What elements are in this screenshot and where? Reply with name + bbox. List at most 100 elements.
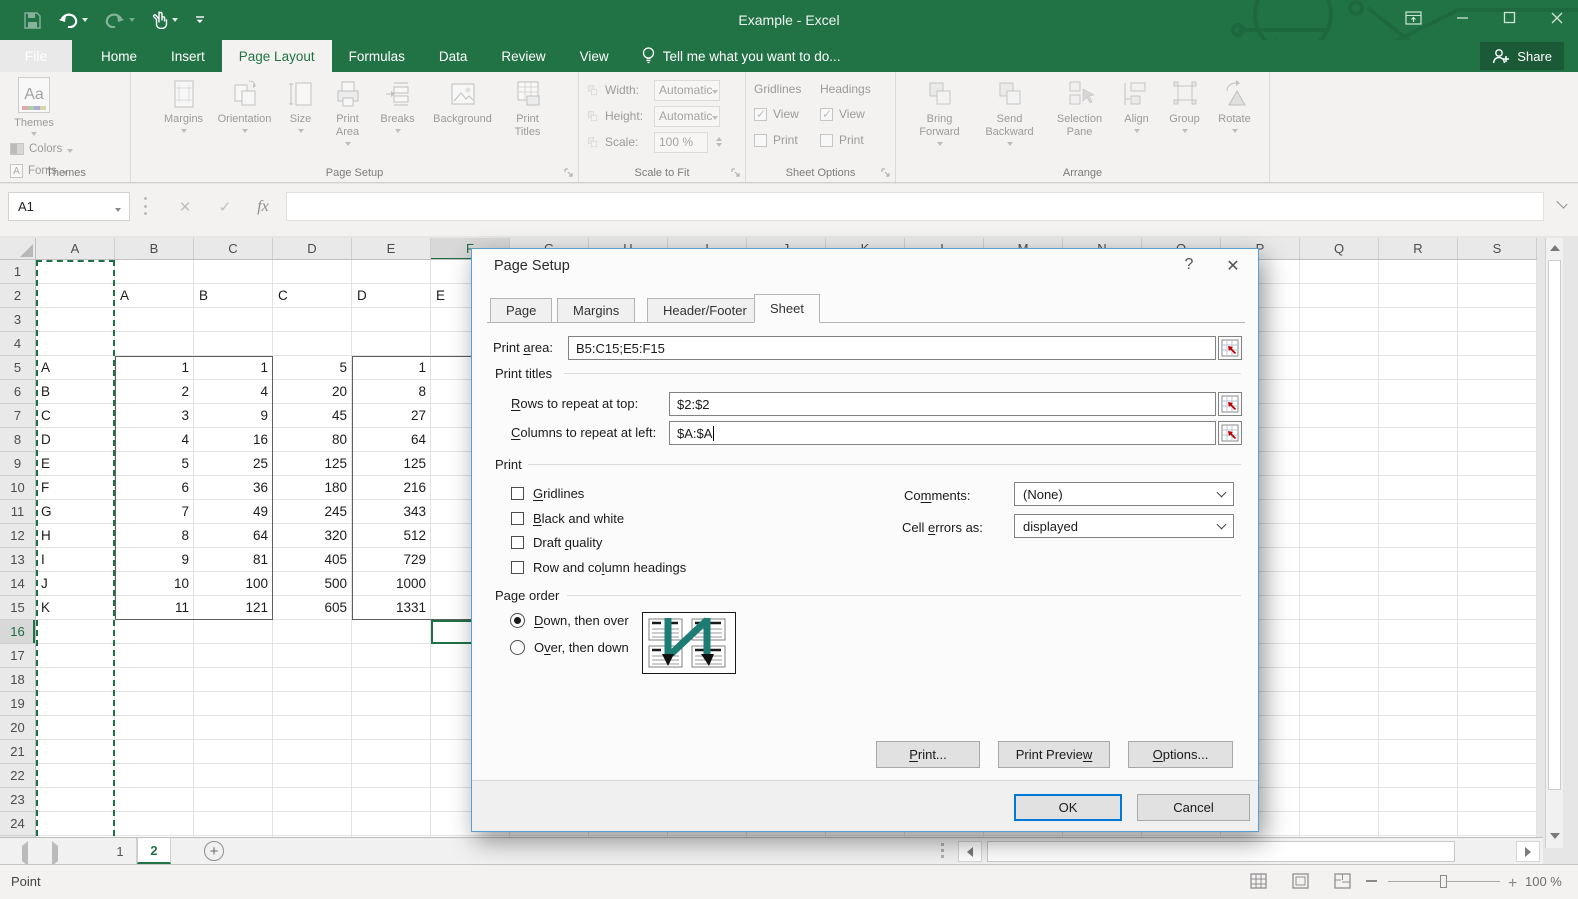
row-header-7[interactable]: 7 [0,404,35,428]
tell-me-box[interactable]: Tell me what you want to do... [642,40,841,72]
row-header-16[interactable]: 16 [0,620,35,644]
scroll-right-button[interactable] [1516,841,1540,862]
dialog-tab-header-footer[interactable]: Header/Footer [647,298,763,323]
horizontal-scroll-thumb[interactable] [987,841,1455,862]
enter-entry-button[interactable]: ✓ [208,192,242,221]
orientation-button[interactable]: Orientation [213,77,277,161]
row-header-3[interactable]: 3 [0,308,35,332]
scale-field[interactable]: 100 % [654,132,708,153]
columns-repeat-range-selector-button[interactable] [1218,421,1242,445]
ok-button[interactable]: OK [1014,794,1122,821]
zoom-out-button[interactable] [1366,880,1377,882]
row-header-12[interactable]: 12 [0,524,35,548]
row-header-22[interactable]: 22 [0,764,35,788]
redo-dropdown-icon[interactable] [129,18,135,22]
height-field[interactable]: Automatic [654,106,720,127]
select-all-corner[interactable] [0,238,36,260]
zoom-level[interactable]: 100 % [1525,874,1562,889]
minimize-button[interactable] [1456,11,1469,29]
background-button[interactable]: Background [425,77,501,161]
next-sheet-button[interactable] [52,846,58,861]
comments-dropdown[interactable]: (None) [1014,482,1234,506]
colors-button[interactable]: Colors [10,138,74,160]
page-break-preview-button[interactable] [1334,873,1351,892]
rotate-button[interactable]: Rotate [1213,77,1257,161]
dialog-close-button[interactable]: ✕ [1222,256,1244,276]
scroll-left-button[interactable] [958,841,982,862]
name-box[interactable]: A1 [8,192,130,221]
print-titles-button[interactable]: Print Titles [505,77,551,161]
tab-scroll-splitter[interactable] [941,843,944,858]
vertical-scrollbar[interactable] [1545,238,1563,848]
dialog-tab-margins[interactable]: Margins [557,298,635,323]
row-header-14[interactable]: 14 [0,572,35,596]
scroll-down-button[interactable] [1546,826,1563,846]
sheet-options-dialog-launcher[interactable] [881,168,891,178]
gridlines-checkbox[interactable]: Gridlines [511,485,584,501]
breaks-button[interactable]: Breaks [375,77,421,161]
save-button[interactable] [24,12,41,29]
insert-function-button[interactable]: fx [246,192,280,221]
column-header-C[interactable]: C [194,238,273,260]
rows-repeat-input[interactable]: $2:$2 [669,392,1216,416]
size-button[interactable]: Size [281,77,321,161]
row-header-5[interactable]: 5 [0,356,35,380]
zoom-slider-thumb[interactable] [1440,875,1447,888]
tab-file[interactable]: File [0,40,72,72]
undo-dropdown-icon[interactable] [82,18,88,22]
column-header-R[interactable]: R [1379,238,1458,260]
scale-to-fit-dialog-launcher[interactable] [731,168,741,178]
cell-errors-dropdown[interactable]: displayed [1014,514,1234,538]
column-header-S[interactable]: S [1458,238,1537,260]
row-header-2[interactable]: 2 [0,284,35,308]
row-header-19[interactable]: 19 [0,692,35,716]
column-header-E[interactable]: E [352,238,431,260]
gridlines-print-checkbox[interactable]: Print [754,127,812,153]
row-header-21[interactable]: 21 [0,740,35,764]
row-column-headings-checkbox[interactable]: Row and column headings [511,559,686,575]
rows-repeat-range-selector-button[interactable] [1218,392,1242,416]
maximize-button[interactable] [1503,11,1516,29]
row-header-11[interactable]: 11 [0,500,35,524]
touch-mode-dropdown-icon[interactable] [172,18,178,22]
tab-page-layout[interactable]: Page Layout [222,40,332,72]
undo-button[interactable] [58,12,88,28]
group-button[interactable]: Group [1163,77,1207,161]
tab-data[interactable]: Data [422,40,485,72]
formula-input[interactable] [286,192,1544,221]
row-header-24[interactable]: 24 [0,812,35,836]
tab-formulas[interactable]: Formulas [332,40,422,72]
tab-insert[interactable]: Insert [154,40,222,72]
collapse-formula-bar-icon[interactable] [1556,197,1567,208]
selection-pane-button[interactable]: Selection Pane [1049,77,1111,161]
print-button[interactable]: Print... [876,741,980,768]
name-box-dropdown-icon[interactable] [115,208,121,212]
print-preview-button[interactable]: Print Preview [998,741,1110,768]
close-button[interactable] [1550,11,1564,30]
vertical-scroll-thumb[interactable] [1548,260,1561,790]
row-header-15[interactable]: 15 [0,596,35,620]
row-header-8[interactable]: 8 [0,428,35,452]
dialog-tab-sheet[interactable]: Sheet [754,294,820,323]
row-header-4[interactable]: 4 [0,332,35,356]
row-header-23[interactable]: 23 [0,788,35,812]
share-button[interactable]: Share [1480,42,1564,70]
sheet-tab-1[interactable]: 1 [104,838,137,864]
dialog-help-button[interactable]: ? [1178,256,1200,274]
print-area-range-selector-button[interactable] [1218,336,1242,360]
tab-home[interactable]: Home [84,40,154,72]
margins-button[interactable]: Margins [159,77,209,161]
print-area-input[interactable]: B5:C15;E5:F15 [568,336,1216,360]
bring-forward-button[interactable]: Bring Forward [909,77,971,161]
row-header-13[interactable]: 13 [0,548,35,572]
touch-mouse-mode-button[interactable] [152,11,178,29]
black-and-white-checkbox[interactable]: Black and white [511,510,624,526]
dialog-tab-page[interactable]: Page [490,298,552,323]
scroll-up-button[interactable] [1546,238,1563,258]
zoom-in-button[interactable]: + [1508,875,1517,893]
row-header-9[interactable]: 9 [0,452,35,476]
gridlines-view-checkbox[interactable]: View [754,101,812,127]
page-layout-view-button[interactable] [1292,873,1309,892]
row-header-10[interactable]: 10 [0,476,35,500]
previous-sheet-button[interactable] [22,846,28,861]
